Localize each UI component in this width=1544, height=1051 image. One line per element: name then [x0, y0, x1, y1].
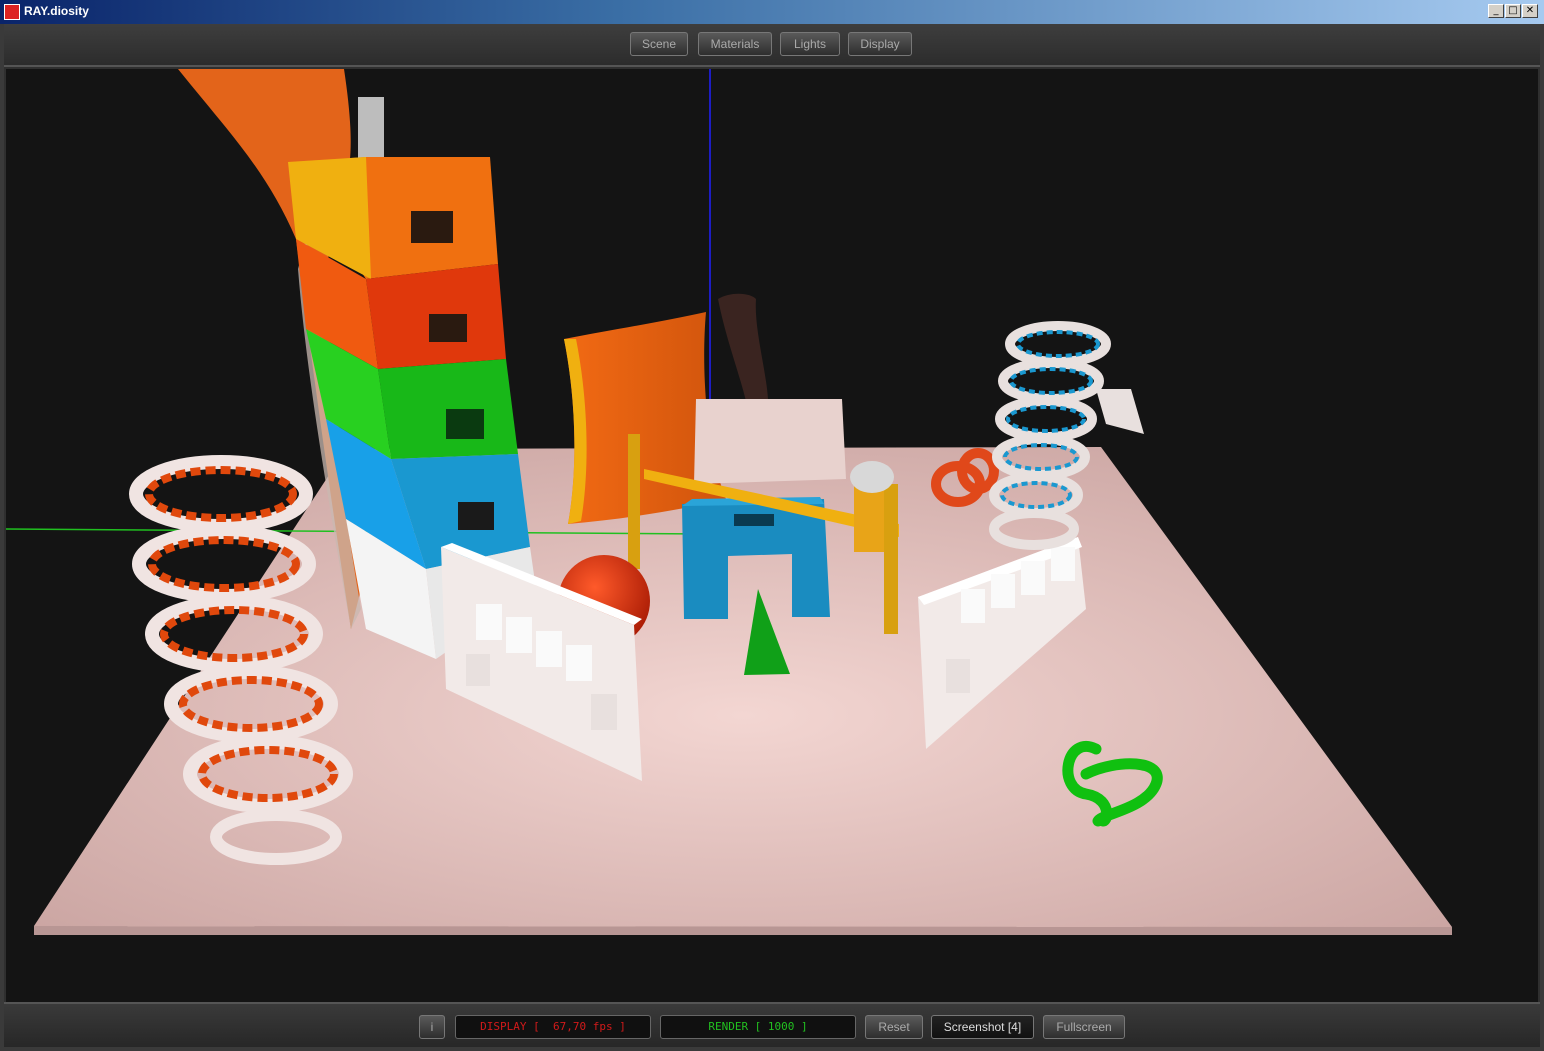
- chimney-pipe: [358, 97, 384, 167]
- screenshot-button[interactable]: Screenshot [4]: [931, 1015, 1034, 1039]
- minimize-button[interactable]: _: [1488, 4, 1504, 18]
- dark-tube: [718, 293, 768, 401]
- app-frame: Scene Materials Lights Display i DISPLAY…: [4, 24, 1540, 1047]
- info-button[interactable]: i: [419, 1015, 445, 1039]
- app-icon: [4, 4, 20, 20]
- title-bar: RAY.diosity _ □ ✕: [0, 0, 1544, 24]
- reset-button[interactable]: Reset: [865, 1015, 923, 1039]
- window-title: RAY.diosity: [24, 4, 89, 18]
- teapot: [850, 461, 894, 493]
- white-flag-panel: [1096, 389, 1144, 434]
- render-viewport[interactable]: [6, 69, 1538, 1002]
- close-button[interactable]: ✕: [1522, 4, 1538, 18]
- top-toolbar: Scene Materials Lights Display: [4, 24, 1540, 67]
- tab-lights[interactable]: Lights: [780, 32, 840, 56]
- maximize-button[interactable]: □: [1505, 4, 1521, 18]
- render-count-readout: RENDER [ 1000 ]: [660, 1015, 856, 1039]
- status-bar: i DISPLAY [ 67,70 fps ] RENDER [ 1000 ] …: [4, 1002, 1540, 1047]
- fullscreen-button[interactable]: Fullscreen: [1043, 1015, 1125, 1039]
- tab-display[interactable]: Display: [848, 32, 912, 56]
- scene-render: [6, 69, 1452, 935]
- tab-materials[interactable]: Materials: [698, 32, 772, 56]
- white-table-top: [694, 399, 846, 484]
- display-fps-readout: DISPLAY [ 67,70 fps ]: [455, 1015, 651, 1039]
- tab-scene[interactable]: Scene: [630, 32, 688, 56]
